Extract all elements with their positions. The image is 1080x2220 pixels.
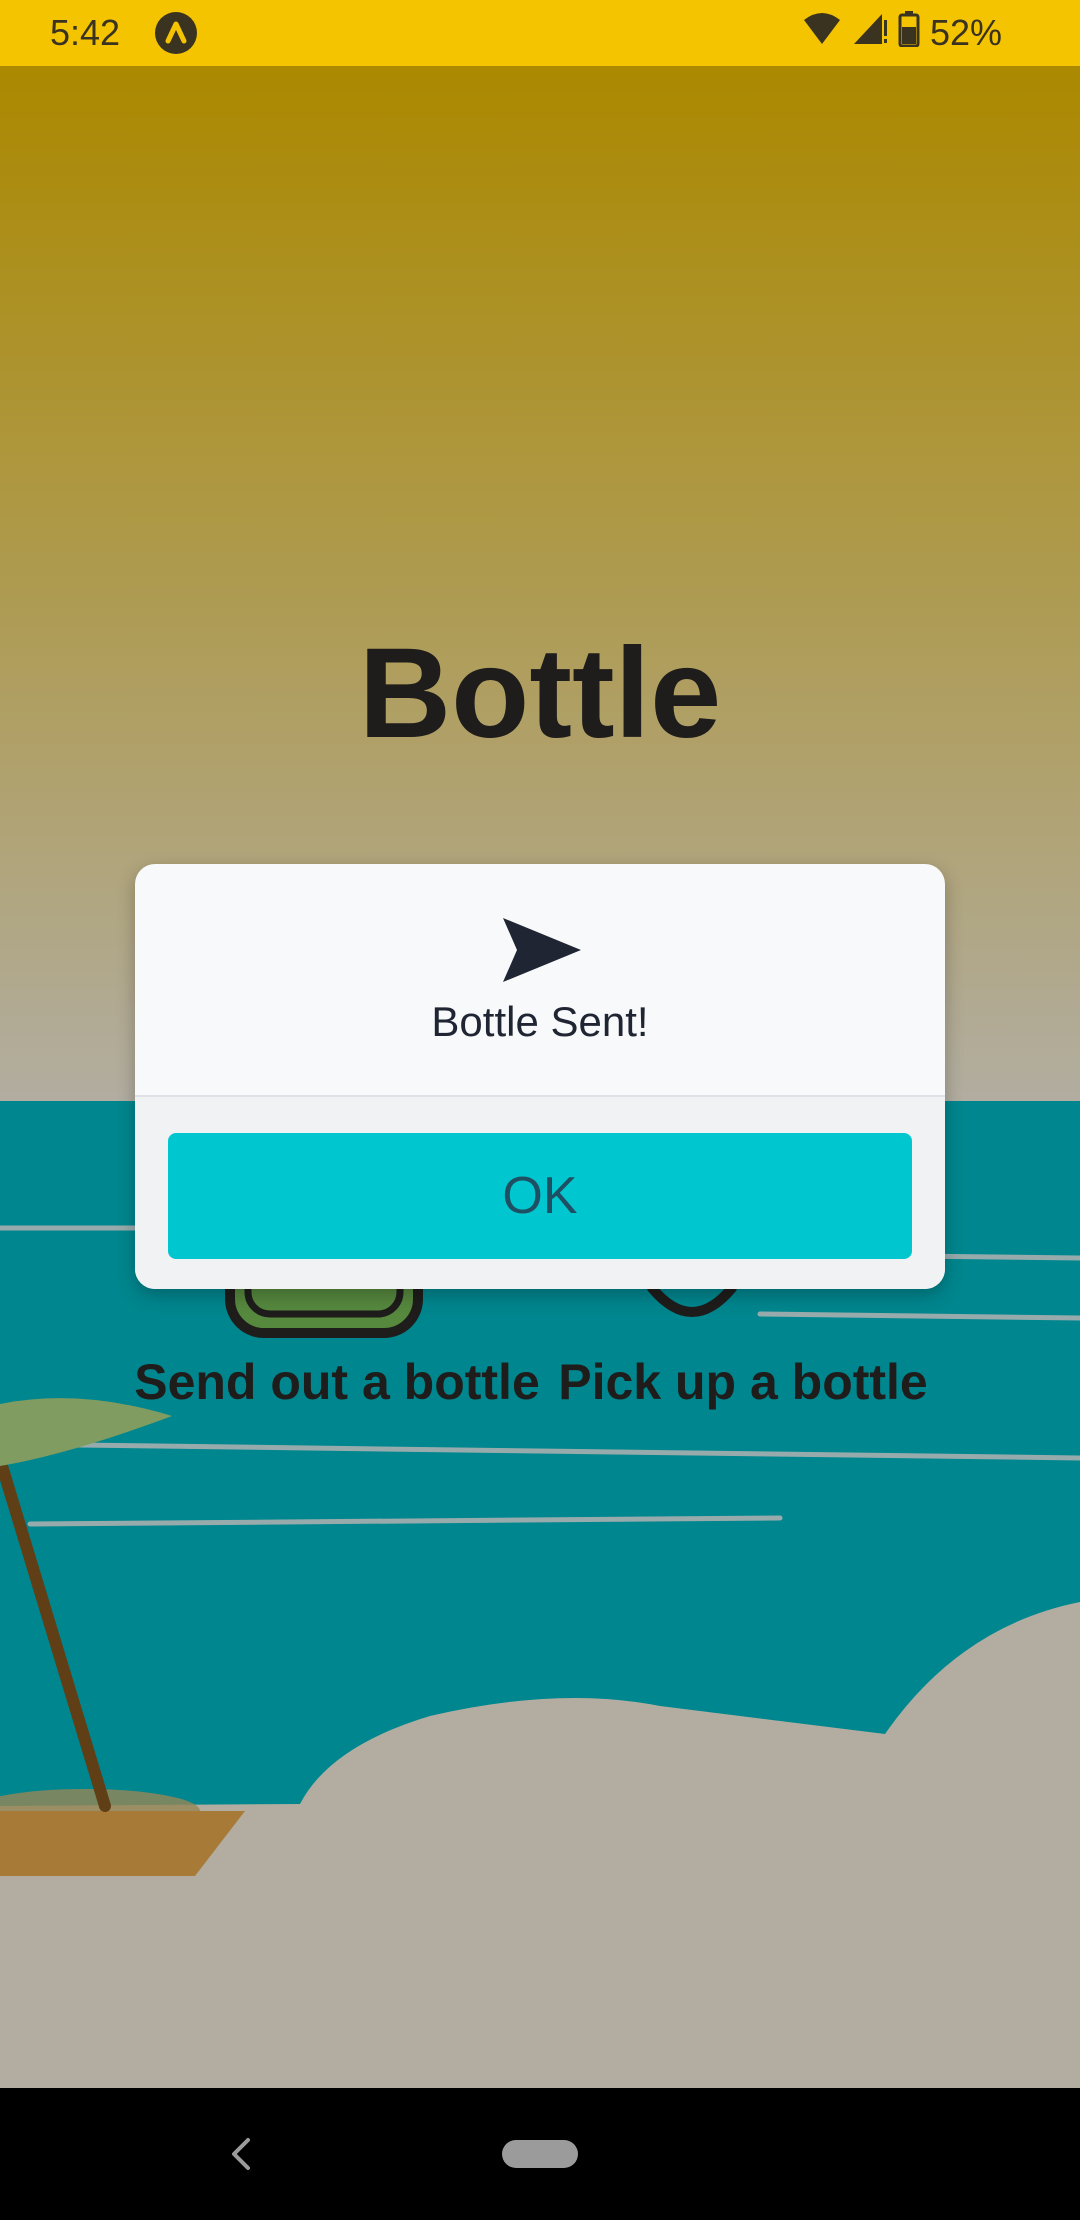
navigation-bar [0,2088,1080,2220]
signal-icon [852,12,888,55]
bottle-sent-dialog: Bottle Sent! OK [135,864,945,1289]
battery-icon [898,10,920,56]
battery-percent: 52% [929,12,1002,53]
dialog-message: Bottle Sent! [431,998,649,1045]
status-bar: 5:42 52% [0,0,1080,66]
wifi-icon [802,12,842,55]
status-time: 5:42 [50,12,121,53]
home-pill-icon[interactable] [502,2140,578,2168]
dialog-footer: OK [135,1095,945,1289]
send-icon [501,916,583,984]
ok-button[interactable]: OK [168,1133,912,1259]
app-badge-icon [155,12,197,54]
back-icon[interactable] [222,2134,262,2174]
